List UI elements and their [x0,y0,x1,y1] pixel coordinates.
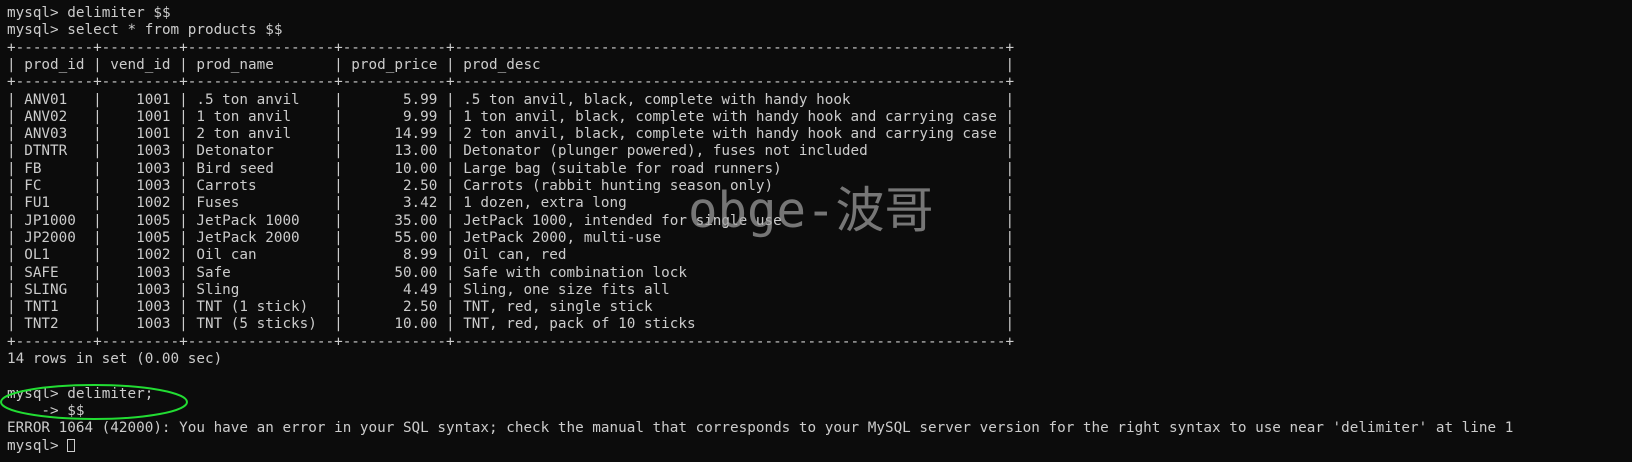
command-text: $$ [67,402,85,419]
command-line-select: mysql> select * from products $$ [7,22,282,39]
command-line-current[interactable]: mysql> [7,437,76,455]
table-row: | DTNTR | 1003 | Detonator | 13.00 | Det… [7,143,1015,160]
text-cursor [67,438,76,452]
table-row: | ANV02 | 1001 | 1 ton anvil | 9.99 | 1 … [7,108,1015,125]
result-summary: 14 rows in set (0.00 sec) [7,351,223,367]
table-border-bottom: +---------+---------+-----------------+-… [7,333,1015,350]
table-row: | OL1 | 1002 | Oil can | 8.99 | Oil can,… [7,247,1015,264]
table-row: | FU1 | 1002 | Fuses | 3.42 | 1 dozen, e… [7,195,1015,212]
table-row: | FB | 1003 | Bird seed | 10.00 | Large … [7,160,1015,177]
continuation-line: -> $$ [7,403,84,420]
table-border-header: +---------+---------+-----------------+-… [7,74,1015,91]
mysql-prompt: mysql> [7,22,59,39]
command-text: delimiter; [67,385,154,402]
table-row: | FC | 1003 | Carrots | 2.50 | Carrots (… [7,178,1015,194]
table-row: | SAFE | 1003 | Safe | 50.00 | Safe with… [7,264,1015,281]
continuation-prompt: -> [7,402,59,419]
table-row: | JP1000 | 1005 | JetPack 1000 | 35.00 |… [7,212,1015,229]
command-line-delimiter-set: mysql> delimiter $$ [7,5,171,22]
command-text: delimiter $$ [67,5,171,21]
table-row: | ANV03 | 1001 | 2 ton anvil | 14.99 | 2… [7,126,1015,143]
command-text: select * from products $$ [67,22,283,39]
mysql-prompt: mysql> [7,385,59,402]
table-row: | ANV01 | 1001 | .5 ton anvil | 5.99 | .… [7,91,1015,108]
table-row: | TNT1 | 1003 | TNT (1 stick) | 2.50 | T… [7,299,1015,316]
table-row: | TNT2 | 1003 | TNT (5 sticks) | 10.00 |… [7,316,1015,333]
table-header-row: | prod_id | vend_id | prod_name | prod_p… [7,56,1015,73]
table-row: | JP2000 | 1005 | JetPack 2000 | 55.00 |… [7,229,1015,246]
table-row: | SLING | 1003 | Sling | 4.49 | Sling, o… [7,281,1015,298]
mysql-prompt: mysql> [7,437,59,454]
table-border-top: +---------+---------+-----------------+-… [7,39,1015,56]
error-message: ERROR 1064 (42000): You have an error in… [7,420,1514,437]
mysql-prompt: mysql> [7,5,59,21]
command-line-delimiter-reset: mysql> delimiter; [7,386,153,403]
terminal-window[interactable]: mysql> delimiter $$ mysql> select * from… [0,0,1632,462]
